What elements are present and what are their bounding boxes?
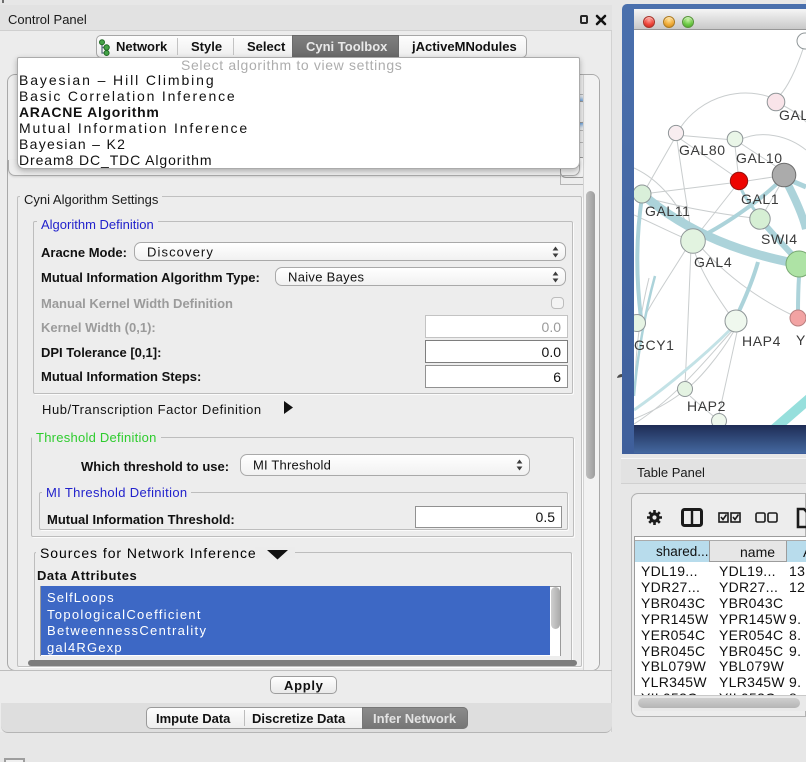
svg-text:HAP2: HAP2 xyxy=(687,398,726,414)
svg-text:SWI4: SWI4 xyxy=(761,231,798,247)
svg-text:GAL11: GAL11 xyxy=(645,203,691,219)
svg-text:GAL80: GAL80 xyxy=(679,142,726,158)
svg-text:GAL: GAL xyxy=(779,107,806,123)
svg-text:GCY1: GCY1 xyxy=(634,337,675,353)
svg-text:GAL4: GAL4 xyxy=(694,254,732,270)
svg-text:Y: Y xyxy=(796,332,806,348)
svg-text:GAL10: GAL10 xyxy=(736,150,783,166)
svg-text:HAP4: HAP4 xyxy=(742,333,781,349)
svg-text:GAL1: GAL1 xyxy=(741,191,779,207)
